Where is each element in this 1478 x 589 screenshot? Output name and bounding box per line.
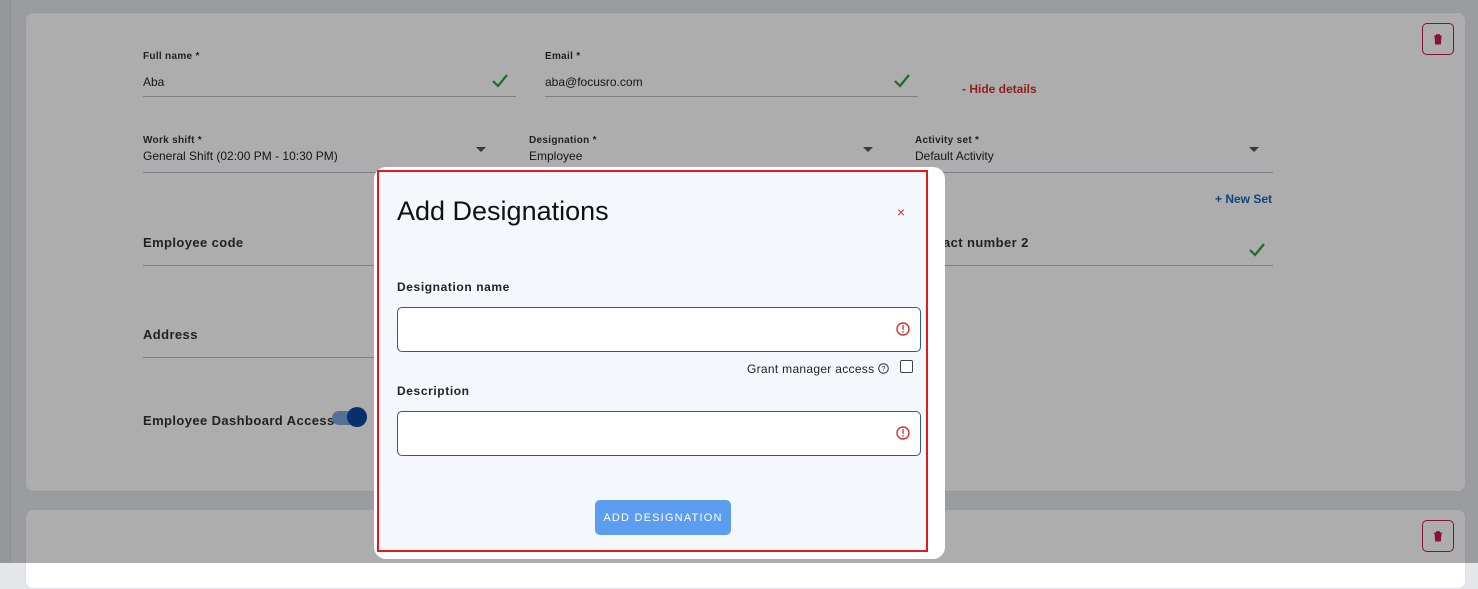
designation-name-label: Designation name <box>397 280 510 294</box>
close-icon[interactable]: × <box>893 202 909 222</box>
error-icon <box>896 322 910 336</box>
designation-name-input[interactable] <box>397 307 921 352</box>
svg-text:?: ? <box>882 366 886 373</box>
description-input[interactable] <box>397 411 921 456</box>
modal-highlight-frame <box>377 170 928 552</box>
add-designation-button[interactable]: ADD DESIGNATION <box>595 500 731 535</box>
error-icon <box>896 426 910 440</box>
grant-manager-access-label: Grant manager access <box>747 362 875 376</box>
modal-title: Add Designations <box>397 196 609 226</box>
help-icon[interactable]: ? <box>878 363 889 374</box>
grant-manager-access-checkbox[interactable] <box>900 360 913 373</box>
description-label: Description <box>397 384 470 398</box>
